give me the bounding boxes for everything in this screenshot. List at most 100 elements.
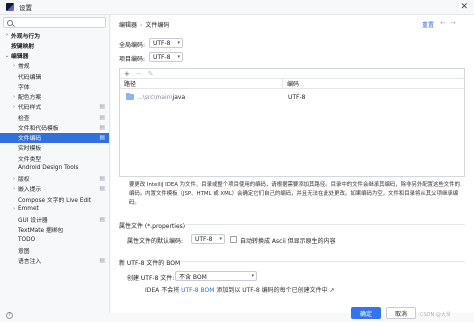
- project-scope-icon: ▤: [99, 123, 105, 131]
- sidebar-item[interactable]: Compose 文字的 Live Edit: [0, 194, 109, 204]
- sidebar-item[interactable]: 实时模板: [0, 143, 109, 153]
- chevron-right-icon[interactable]: ›: [10, 104, 18, 110]
- sidebar-item-label: 检查: [18, 115, 30, 122]
- chevron-right-icon[interactable]: ›: [3, 32, 11, 38]
- forward-arrow-icon[interactable]: →: [450, 19, 456, 27]
- add-icon[interactable]: +: [124, 70, 130, 78]
- project-scope-icon: ▤: [99, 134, 105, 142]
- sidebar-item[interactable]: 文件编码 ▤: [0, 132, 109, 143]
- sidebar-item[interactable]: › 嵌入提示 ▤: [0, 184, 109, 194]
- project-scope-icon: ▤: [99, 216, 105, 224]
- chevron-down-icon: ▾: [177, 40, 180, 46]
- sidebar-item[interactable]: TODO: [0, 235, 109, 245]
- sidebar-item[interactable]: TextMate 捆绑包: [0, 225, 109, 235]
- settings-search[interactable]: [3, 17, 106, 28]
- main-panel: 编辑器 › 文件编码 重置 ← → 全局编码: UTF-8 ▾ 项目编码: UTF-8…: [111, 15, 474, 313]
- sidebar-item[interactable]: 字体: [0, 81, 109, 91]
- properties-encoding-select[interactable]: UTF-8 ▾: [191, 234, 225, 244]
- ok-button[interactable]: 确定: [351, 307, 381, 319]
- app-logo-icon: [6, 3, 14, 11]
- utf8-bom-link[interactable]: UTF-8 BOM: [181, 287, 214, 294]
- project-scope-icon: ▤: [99, 113, 105, 121]
- bom-info-text: IDEA 不会将: [145, 287, 182, 294]
- chevron-right-icon[interactable]: ›: [10, 176, 18, 182]
- project-scope-icon: ▤: [99, 257, 105, 265]
- native-to-ascii-label: 自动转换成 Ascii 但显示原生的内容: [240, 238, 336, 245]
- search-input[interactable]: [16, 19, 96, 26]
- sidebar-item[interactable]: GUI 设计器 ▤: [0, 215, 109, 225]
- project-encoding-value: UTF-8: [153, 53, 171, 61]
- sidebar-item[interactable]: › 版权 ▤: [0, 174, 109, 184]
- encoding-cell[interactable]: UTF-8: [283, 94, 306, 101]
- back-arrow-icon[interactable]: ←: [440, 19, 446, 27]
- watermark: CSDN @大爷: [420, 312, 451, 318]
- close-icon[interactable]: ✕: [460, 2, 468, 12]
- sidebar-item[interactable]: › 代码样式 ▤: [0, 102, 109, 112]
- project-scope-icon: ▤: [99, 103, 105, 111]
- path-encoding-table: + − ✎ 路径 编码 ...\src\main\ java UTF-8: [119, 68, 465, 177]
- column-header-encoding[interactable]: 编码: [283, 79, 299, 88]
- help-icon[interactable]: ?: [6, 312, 13, 319]
- sidebar-item[interactable]: 语言注入 ▤: [0, 256, 109, 266]
- bom-value: 不含 BOM: [179, 273, 207, 281]
- sidebar-item-label: 外观与行为: [11, 33, 40, 40]
- project-scope-icon: ▤: [99, 185, 105, 193]
- chevron-right-icon[interactable]: ›: [10, 63, 18, 69]
- section-divider: [183, 224, 465, 225]
- search-icon: [7, 19, 13, 26]
- sidebar-item-label: 字体: [18, 84, 30, 91]
- chevron-down-icon: ▾: [251, 273, 254, 279]
- sidebar-item[interactable]: 文件和代码模板 ▤: [0, 122, 109, 132]
- sidebar-item[interactable]: 检查 ▤: [0, 112, 109, 122]
- sidebar-item-label: 按键映射: [11, 43, 35, 50]
- window-title: 设置: [19, 4, 32, 12]
- sidebar-item[interactable]: 文件类型: [0, 153, 109, 163]
- bom-create-label: 创建 UTF-8 文件:: [127, 275, 175, 282]
- properties-section-title: 属性文件 (*.properties): [119, 223, 186, 230]
- sidebar-item[interactable]: 按键映射: [0, 40, 109, 50]
- chevron-right-icon[interactable]: ›: [10, 206, 18, 212]
- chevron-right-icon[interactable]: ›: [10, 186, 18, 192]
- native-to-ascii-checkbox[interactable]: [230, 236, 237, 243]
- settings-sidebar: › 外观与行为 按键映射 ⌄ 编辑器 › 常规 代码编辑 字体 › 配色方案 › 代码样式 ▤ 检查 ▤ 文件和…: [0, 15, 110, 313]
- sidebar-item-label: Android Design Tools: [18, 165, 79, 172]
- sidebar-item-label: 实时模板: [18, 146, 42, 153]
- column-header-path[interactable]: 路径: [120, 79, 283, 88]
- sidebar-item[interactable]: › 常规: [0, 61, 109, 71]
- sidebar-item[interactable]: › Emmet: [0, 204, 109, 214]
- reset-link[interactable]: 重置: [422, 20, 434, 29]
- sidebar-item[interactable]: › 外观与行为: [0, 30, 109, 40]
- global-encoding-select[interactable]: UTF-8 ▾: [149, 38, 183, 48]
- sidebar-item[interactable]: 意图: [0, 245, 109, 255]
- breadcrumb-item[interactable]: 编辑器: [119, 22, 137, 29]
- sidebar-item[interactable]: ⌄ 编辑器: [0, 51, 109, 61]
- project-encoding-select[interactable]: UTF-8 ▾: [149, 52, 183, 62]
- project-scope-icon: ▤: [99, 175, 105, 183]
- sidebar-item-label: 代码编辑: [18, 74, 42, 81]
- sidebar-item-label: 文件编码: [18, 136, 42, 143]
- sidebar-item-label: Emmet: [18, 206, 39, 213]
- breadcrumb-item: 文件编码: [145, 22, 170, 29]
- table-header: 路径 编码: [120, 79, 464, 89]
- path-prefix: ...\src\main\: [137, 93, 173, 101]
- sidebar-item[interactable]: › 配色方案: [0, 92, 109, 102]
- chevron-right-icon[interactable]: ›: [10, 94, 18, 100]
- bom-select[interactable]: 不含 BOM ▾: [175, 271, 257, 281]
- breadcrumb: 编辑器 › 文件编码: [119, 20, 169, 29]
- chevron-down-icon[interactable]: ⌄: [3, 53, 11, 59]
- sidebar-item[interactable]: Android Design Tools: [0, 163, 109, 173]
- settings-tree: › 外观与行为 按键映射 ⌄ 编辑器 › 常规 代码编辑 字体 › 配色方案 › 代码样式 ▤ 检查 ▤ 文件和…: [0, 30, 109, 266]
- cancel-button[interactable]: 取消: [386, 307, 416, 319]
- global-encoding-value: UTF-8: [153, 39, 171, 47]
- section-divider: [181, 261, 465, 262]
- chevron-down-icon: ▾: [219, 236, 222, 242]
- remove-icon[interactable]: −: [136, 70, 142, 78]
- table-row[interactable]: ...\src\main\ java UTF-8: [120, 92, 464, 102]
- bom-section-title: 新 UTF-8 文件的 BOM: [119, 260, 181, 267]
- sidebar-item-label: 文件和代码模板: [18, 125, 59, 132]
- encoding-description: 要更改 IntelliJ IDEA 为文件、目录或整个项目使用的编码，请根据需要…: [129, 182, 460, 206]
- edit-icon[interactable]: ✎: [148, 70, 154, 78]
- project-encoding-label: 项目编码:: [119, 56, 146, 63]
- sidebar-item[interactable]: 代码编辑: [0, 71, 109, 81]
- sidebar-item-label: TextMate 捆绑包: [18, 228, 64, 235]
